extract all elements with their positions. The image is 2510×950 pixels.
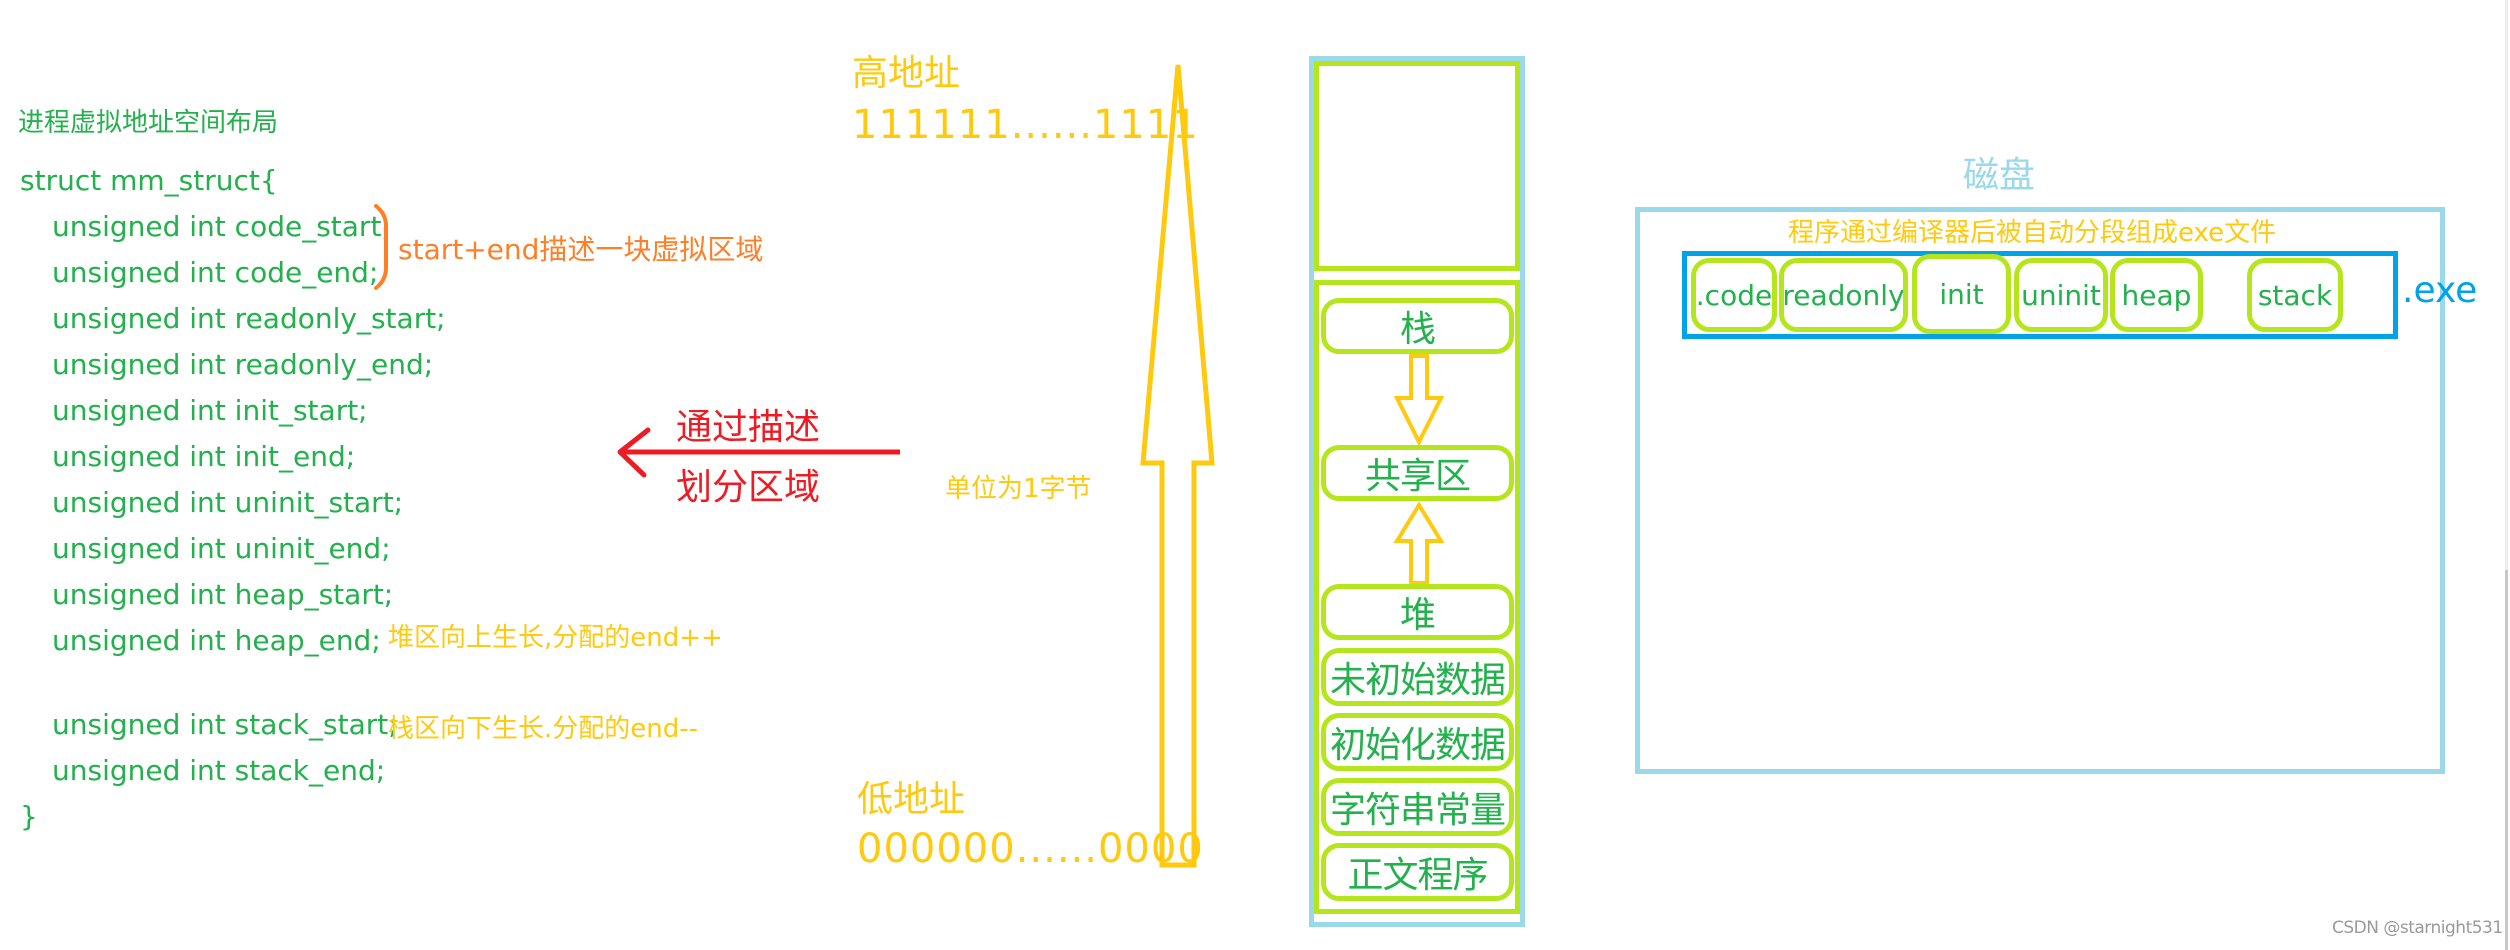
segment-stack: 栈 bbox=[1321, 298, 1514, 354]
exe-section-label: heap bbox=[2121, 278, 2192, 312]
segment-heap: 堆 bbox=[1321, 584, 1514, 640]
brace-annotation: start+end描述一块虚拟区域 bbox=[398, 233, 764, 266]
stack-growth-note: 栈区向下生长.分配的end-- bbox=[388, 714, 699, 744]
layout-title: 进程虚拟地址空间布局 bbox=[18, 108, 279, 138]
unit-note: 单位为1字节 bbox=[945, 474, 1092, 504]
exe-section-label: stack bbox=[2257, 278, 2333, 312]
field-init-end: unsigned int init_end; bbox=[52, 440, 356, 473]
exe-section-label: readonly bbox=[1782, 278, 1905, 312]
struct-close: } bbox=[20, 800, 38, 833]
arrow-label-bottom: 划分区域 bbox=[676, 467, 821, 508]
field-readonly-start: unsigned int readonly_start; bbox=[52, 302, 446, 335]
field-uninit-end: unsigned int uninit_end; bbox=[52, 532, 391, 565]
kernel-space-block bbox=[1314, 61, 1520, 271]
exe-label: .exe bbox=[2402, 270, 2478, 311]
segment-string-constants: 字符串常量 bbox=[1321, 778, 1514, 836]
disk-note: 程序通过编译器后被自动分段组成exe文件 bbox=[1788, 218, 2277, 248]
segment-rodata-label: 字符串常量 bbox=[1329, 790, 1506, 831]
high-address-label: 高地址 bbox=[852, 53, 961, 94]
exe-section-stack: stack bbox=[2247, 258, 2343, 332]
exe-section-code: .code bbox=[1691, 258, 1777, 332]
exe-section-label: .code bbox=[1695, 278, 1773, 312]
exe-section-readonly: readonly bbox=[1779, 258, 1908, 332]
exe-section-uninit: uninit bbox=[2014, 258, 2108, 332]
exe-section-heap: heap bbox=[2110, 258, 2203, 332]
field-init-start: unsigned int init_start; bbox=[52, 394, 368, 427]
field-heap-start: unsigned int heap_start; bbox=[52, 578, 394, 611]
field-readonly-end: unsigned int readonly_end; bbox=[52, 348, 434, 381]
stack-down-arrow-icon bbox=[1393, 354, 1445, 446]
segment-text-label: 正文程序 bbox=[1347, 855, 1488, 896]
segment-heap-label: 堆 bbox=[1399, 595, 1436, 636]
segment-uninit-label: 未初始数据 bbox=[1329, 660, 1506, 701]
segment-shared-label: 共享区 bbox=[1364, 456, 1471, 497]
segment-shared: 共享区 bbox=[1321, 445, 1514, 501]
low-address-label: 低地址 bbox=[857, 779, 966, 820]
scrollbar-thumb[interactable] bbox=[2505, 570, 2508, 950]
segment-init-label: 初始化数据 bbox=[1329, 725, 1506, 766]
field-heap-end: unsigned int heap_end; bbox=[52, 624, 381, 657]
field-stack-start: unsigned int stack_start; bbox=[52, 708, 398, 741]
arrow-label-top: 通过描述 bbox=[676, 407, 821, 448]
field-uninit-start: unsigned int uninit_start; bbox=[52, 486, 404, 519]
address-up-arrow-icon bbox=[1140, 64, 1215, 868]
segment-text: 正文程序 bbox=[1321, 843, 1514, 901]
exe-section-label: init bbox=[1939, 277, 1984, 311]
exe-section-init: init bbox=[1912, 254, 2011, 334]
watermark: CSDN @starnight531 bbox=[2332, 918, 2503, 938]
heap-up-arrow-icon bbox=[1393, 501, 1445, 585]
right-brace-icon bbox=[374, 204, 388, 290]
segment-uninit-data: 未初始数据 bbox=[1321, 648, 1514, 706]
disk-label: 磁盘 bbox=[1963, 155, 2036, 196]
heap-growth-note: 堆区向上生长,分配的end++ bbox=[388, 623, 723, 653]
struct-open: struct mm_struct{ bbox=[20, 164, 278, 197]
exe-section-label: uninit bbox=[2021, 278, 2101, 312]
field-stack-end: unsigned int stack_end; bbox=[52, 754, 386, 787]
segment-init-data: 初始化数据 bbox=[1321, 713, 1514, 771]
segment-stack-label: 栈 bbox=[1399, 309, 1436, 350]
